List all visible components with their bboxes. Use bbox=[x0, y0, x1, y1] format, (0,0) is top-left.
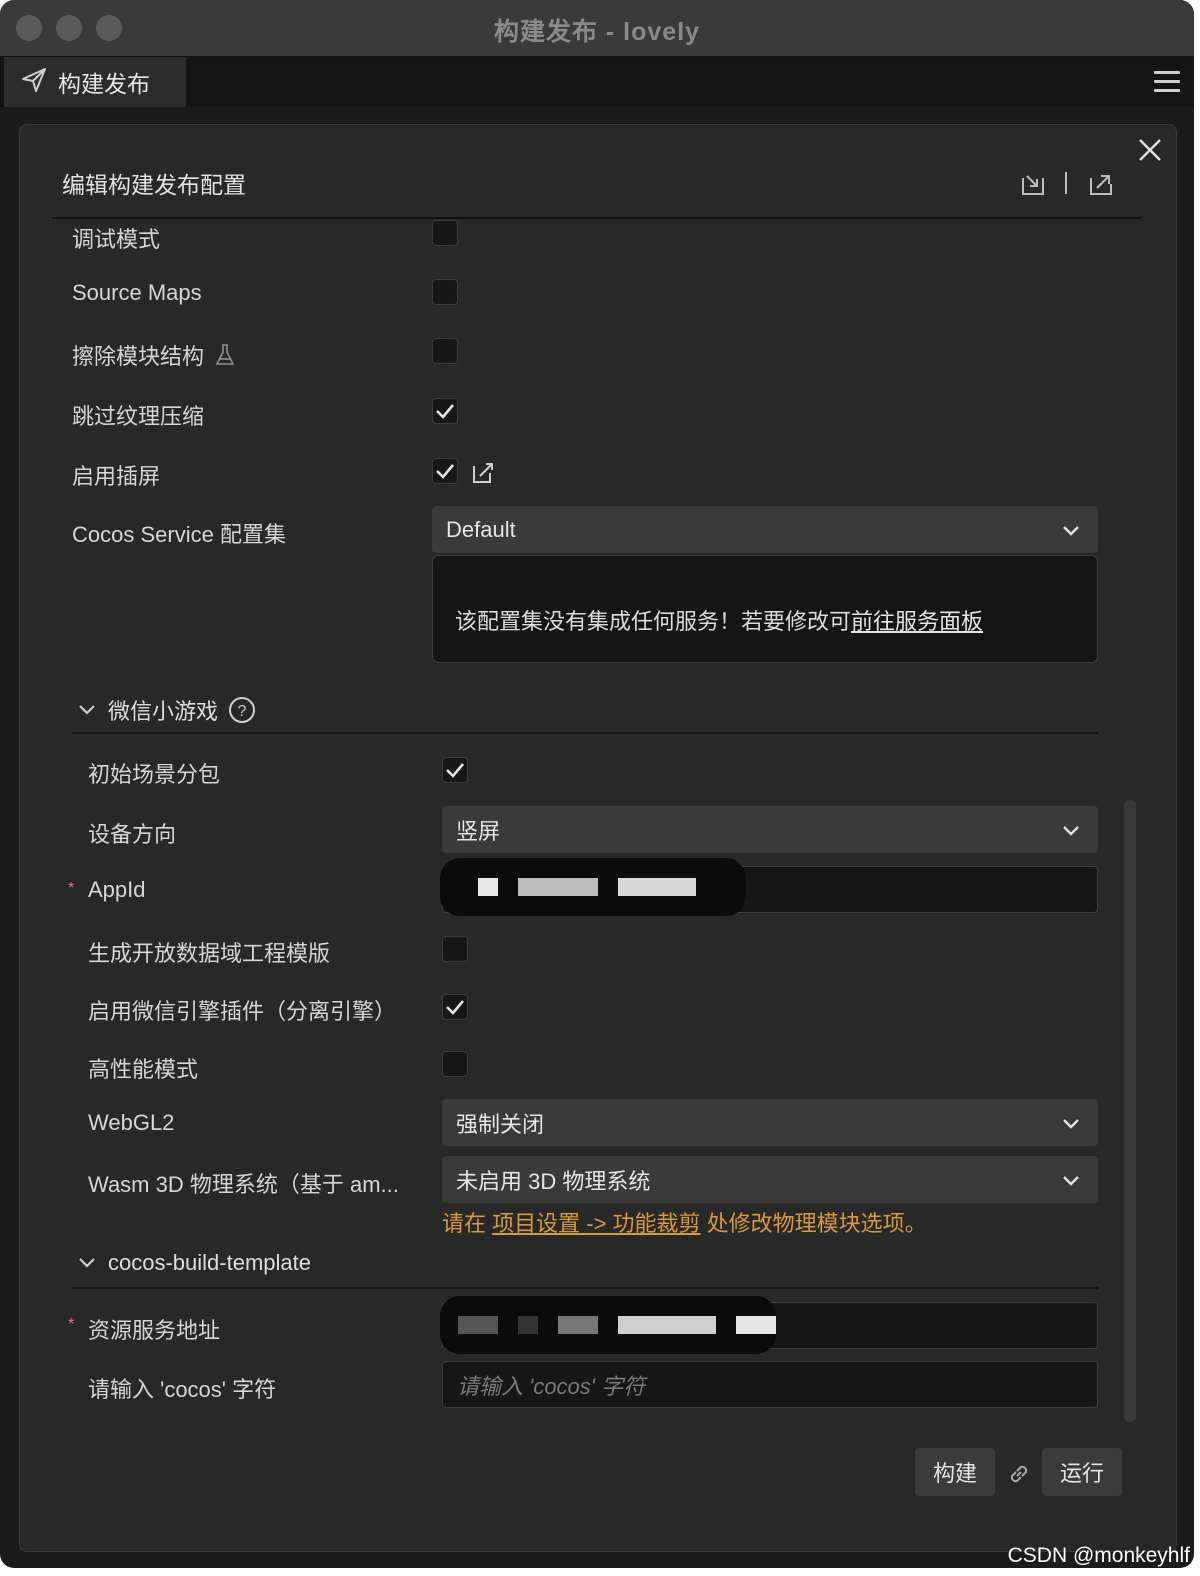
template-section-divider bbox=[72, 1287, 1098, 1289]
open-data-label: 生成开放数据域工程模版 bbox=[88, 941, 331, 966]
menu-icon[interactable] bbox=[1154, 71, 1180, 93]
cocos-service-label: Cocos Service 配置集 bbox=[72, 522, 286, 547]
tab-label: 构建发布 bbox=[58, 71, 150, 97]
header-separator bbox=[1065, 172, 1067, 194]
feature-crop-link[interactable]: 项目设置 -> 功能裁剪 bbox=[492, 1211, 700, 1236]
required-mark: * bbox=[68, 880, 75, 897]
initial-scene-subpackage-checkbox[interactable] bbox=[442, 757, 468, 783]
service-notice: 该配置集没有集成任何服务！若要修改可前往服务面板 bbox=[432, 555, 1098, 663]
help-icon[interactable]: ? bbox=[228, 696, 256, 724]
debug-mode-label: 调试模式 bbox=[72, 227, 161, 252]
panel-title: 编辑构建发布配置 bbox=[62, 172, 246, 198]
scroll-content: 调试模式 Source Maps 擦除模块结构 跳过纹理压缩 启用插屏 Coco… bbox=[0, 219, 1194, 1429]
skip-compress-label: 跳过纹理压缩 bbox=[72, 404, 205, 429]
chevron-down-icon bbox=[1063, 1119, 1079, 1129]
tab-build[interactable]: 构建发布 bbox=[4, 57, 186, 107]
webgl2-value: 强制关闭 bbox=[456, 1111, 545, 1137]
wechat-section-title: 微信小游戏 bbox=[108, 699, 219, 724]
send-icon bbox=[20, 66, 48, 99]
edit-splash-icon[interactable] bbox=[471, 459, 497, 485]
chevron-down-icon bbox=[1063, 826, 1079, 836]
high-perf-label: 高性能模式 bbox=[88, 1057, 199, 1082]
window-title: 构建发布 - lovely bbox=[493, 18, 701, 46]
redacted-pixel bbox=[618, 1316, 716, 1334]
export-icon[interactable] bbox=[1087, 170, 1115, 198]
redacted-pixel bbox=[558, 1316, 598, 1334]
source-maps-checkbox[interactable] bbox=[432, 279, 458, 305]
watermark: CSDN @monkeyhlf bbox=[1007, 1544, 1190, 1567]
wechat-section-header[interactable]: 微信小游戏 ? bbox=[76, 694, 256, 726]
initial-scene-subpackage-label: 初始场景分包 bbox=[88, 762, 221, 787]
redacted-pixel bbox=[458, 1316, 498, 1334]
cocos-input-label: 请输入 'cocos' 字符 bbox=[88, 1377, 277, 1402]
wasm-physics-select[interactable]: 未启用 3D 物理系统 bbox=[442, 1156, 1098, 1203]
check-icon bbox=[436, 404, 454, 419]
svg-text:?: ? bbox=[238, 703, 247, 720]
redacted-pixel bbox=[478, 878, 498, 896]
import-icon[interactable] bbox=[1019, 170, 1047, 198]
chevron-down-icon bbox=[79, 1258, 95, 1268]
cocos-input-field[interactable]: 请输入 'cocos' 字符 bbox=[442, 1361, 1098, 1408]
tab-bar: 构建发布 bbox=[0, 57, 1194, 107]
template-section-title: cocos-build-template bbox=[108, 1250, 311, 1275]
link-icon[interactable] bbox=[1005, 1460, 1033, 1488]
redacted-pixel bbox=[518, 1316, 538, 1334]
open-data-checkbox[interactable] bbox=[442, 936, 468, 962]
splash-label: 启用插屏 bbox=[72, 464, 161, 489]
chevron-down-icon bbox=[1063, 526, 1079, 536]
orientation-select[interactable]: 竖屏 bbox=[442, 806, 1098, 853]
check-icon bbox=[446, 763, 464, 778]
redacted-pixel bbox=[618, 878, 696, 896]
redacted-pixel bbox=[736, 1316, 776, 1334]
cocos-service-value: Default bbox=[446, 516, 516, 542]
service-panel-link[interactable]: 前往服务面板 bbox=[851, 609, 983, 634]
high-perf-checkbox[interactable] bbox=[442, 1051, 468, 1077]
source-maps-label: Source Maps bbox=[72, 280, 202, 305]
redacted-pixel bbox=[518, 878, 598, 896]
appid-label: AppId bbox=[88, 877, 146, 902]
wasm-physics-label: Wasm 3D 物理系统（基于 am... bbox=[88, 1172, 399, 1197]
run-button[interactable]: 运行 bbox=[1042, 1448, 1122, 1496]
physics-hint: 请在 项目设置 -> 功能裁剪 处修改物理模块选项。 bbox=[442, 1211, 927, 1236]
close-icon[interactable] bbox=[1136, 136, 1164, 164]
check-icon bbox=[436, 464, 454, 479]
flask-icon bbox=[214, 343, 236, 373]
orientation-value: 竖屏 bbox=[456, 818, 501, 844]
title-bar: 构建发布 - lovely bbox=[0, 0, 1194, 57]
required-mark: * bbox=[68, 1316, 75, 1333]
skip-compress-checkbox[interactable] bbox=[432, 398, 458, 424]
check-icon bbox=[446, 1000, 464, 1015]
notice-text: 该配置集没有集成任何服务！若要修改可前往服务面板 bbox=[455, 609, 984, 634]
webgl2-select[interactable]: 强制关闭 bbox=[442, 1099, 1098, 1146]
build-button[interactable]: 构建 bbox=[915, 1448, 995, 1496]
debug-mode-checkbox[interactable] bbox=[432, 220, 458, 246]
scrollbar[interactable] bbox=[1124, 800, 1136, 1422]
erase-modules-label: 擦除模块结构 bbox=[72, 339, 236, 373]
build-window: 构建发布 - lovely 构建发布 编辑构建发布配置 调试模式 Source … bbox=[0, 0, 1194, 1568]
engine-plugin-checkbox[interactable] bbox=[442, 994, 468, 1020]
erase-modules-checkbox[interactable] bbox=[432, 338, 458, 364]
resource-server-label: 资源服务地址 bbox=[88, 1318, 221, 1343]
webgl2-label: WebGL2 bbox=[88, 1110, 175, 1135]
template-section-header[interactable]: cocos-build-template bbox=[76, 1250, 311, 1276]
chevron-down-icon bbox=[1063, 1176, 1079, 1186]
cocos-service-select[interactable]: Default bbox=[432, 506, 1098, 553]
chevron-down-icon bbox=[79, 705, 95, 715]
engine-plugin-label: 启用微信引擎插件（分离引擎） bbox=[88, 999, 397, 1024]
wechat-section-divider bbox=[72, 732, 1098, 734]
orientation-label: 设备方向 bbox=[88, 822, 177, 847]
wasm-physics-value: 未启用 3D 物理系统 bbox=[456, 1168, 651, 1194]
splash-checkbox[interactable] bbox=[432, 458, 458, 484]
